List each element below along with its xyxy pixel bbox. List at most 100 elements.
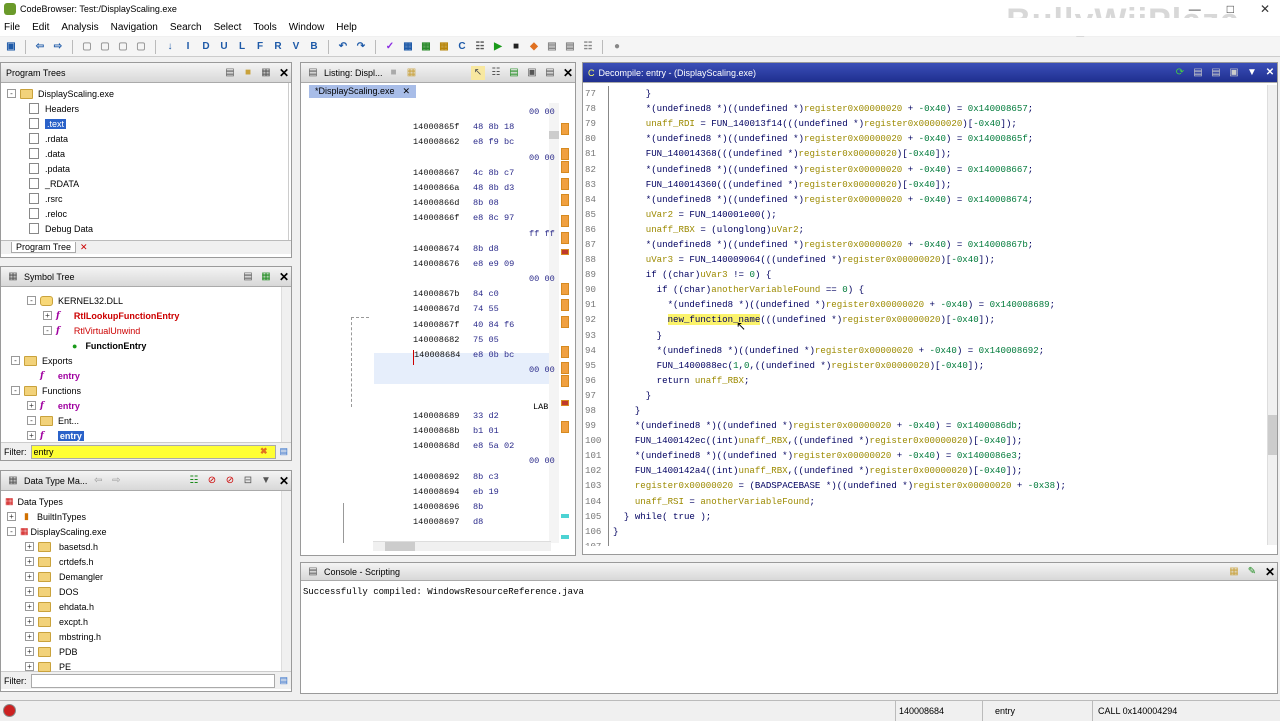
margin-icon[interactable]: ▤ (543, 66, 557, 80)
expand-icon[interactable]: - (11, 356, 20, 365)
toolbar-d-button[interactable]: D (199, 40, 213, 54)
decompile-icon[interactable]: C (455, 40, 469, 54)
listing-row[interactable] (413, 380, 563, 395)
clear-icon[interactable]: ▦ (1227, 565, 1241, 579)
data-type-folder[interactable]: + ehdata.h (5, 599, 287, 614)
expand-icon[interactable]: + (43, 311, 52, 320)
expand-icon[interactable]: + (25, 587, 34, 596)
code-line[interactable]: 94 *(undefined8 *)((undefined *)register… (583, 342, 1267, 358)
data-type-folder[interactable]: + PE (5, 659, 287, 674)
symbol-tree-item[interactable]: - Ent... (5, 413, 287, 428)
data-type-folder[interactable]: + basetsd.h (5, 539, 287, 554)
expand-icon[interactable]: + (25, 632, 34, 641)
listing-row[interactable]: 00 00 (413, 365, 563, 380)
symbol-filter-input[interactable] (30, 444, 276, 459)
code-line[interactable]: 89 if ((char)uVar3 != 0) { (583, 267, 1267, 283)
tree-icon[interactable]: ☷ (581, 40, 595, 54)
listing-row[interactable]: 140008694 eb 19 (413, 487, 563, 502)
expand-icon[interactable]: + (25, 617, 34, 626)
variable-token[interactable]: register0x00000020 (804, 103, 902, 114)
data-type-folder[interactable]: + mbstring.h (5, 629, 287, 644)
toolbar-v-button[interactable]: V (289, 40, 303, 54)
constant-token[interactable]: -0x40 (979, 465, 1006, 476)
variable-token[interactable]: register0x00000020 (815, 345, 913, 356)
listing-row[interactable]: 00 00 (413, 274, 563, 289)
symbol-tree-item[interactable]: + f entry (5, 398, 287, 413)
tree-item[interactable]: .pdata (7, 161, 282, 176)
toolbar-f-button[interactable]: F (253, 40, 267, 54)
filter-options-icon[interactable]: ▤ (279, 446, 288, 457)
scrollbar[interactable] (1267, 85, 1277, 545)
clear-filter-icon[interactable]: ✖ (260, 446, 268, 457)
symbol-tree-item[interactable]: - Exports (5, 353, 287, 368)
code-line[interactable]: 83 FUN_140014360(((undefined *)register0… (583, 176, 1267, 192)
code-line[interactable]: 78 *(undefined8 *)((undefined *)register… (583, 101, 1267, 117)
listing-row[interactable]: 140008676 e8 e9 09 (413, 259, 563, 274)
listing-row[interactable]: 14000866f e8 8c 97 (413, 213, 563, 228)
constant-token[interactable]: -0x40 (930, 345, 957, 356)
back-icon[interactable]: ⇦ (91, 474, 105, 488)
constant-token[interactable]: -0x40 (919, 133, 946, 144)
tree-item[interactable]: .reloc (7, 206, 282, 221)
variable-token[interactable]: anotherVariableFound (711, 284, 820, 295)
variable-token[interactable]: unaff_RBX (739, 465, 788, 476)
listing-row[interactable]: 00 00 (413, 107, 563, 122)
variable-token[interactable]: uVar3 (700, 269, 727, 280)
tab-displayscaling[interactable]: *DisplayScaling.exe ✕ (309, 85, 417, 98)
code-line[interactable]: 92 new_function_name(((undefined *)regis… (583, 312, 1267, 328)
scrollbar[interactable] (281, 491, 291, 671)
constant-token[interactable]: -0x40 (951, 314, 978, 325)
forward-icon[interactable]: ⇨ (109, 474, 123, 488)
field-edit-icon[interactable]: ☷ (489, 66, 503, 80)
highlighted-token[interactable]: new_function_name (667, 314, 761, 326)
horizontal-scrollbar[interactable] (373, 541, 551, 551)
redo-icon[interactable]: ↷ (354, 40, 368, 54)
code-line[interactable]: 93 } (583, 327, 1267, 343)
expand-icon[interactable]: + (27, 401, 36, 410)
close-tab-icon[interactable]: ✕ (403, 86, 411, 97)
expand-icon[interactable]: + (25, 602, 34, 611)
constant-token[interactable]: -0x40 (973, 118, 1000, 129)
menu-navigation[interactable]: Navigation (111, 22, 158, 33)
data-types-root[interactable]: ▦ Data Types (5, 494, 287, 509)
export-icon[interactable]: ▤ (563, 40, 577, 54)
tree-item[interactable]: .data (7, 146, 282, 161)
edit-icon[interactable]: ✎ (1245, 565, 1259, 579)
code-line[interactable]: 105 } while( true ); (583, 508, 1267, 524)
symbol-tree-item[interactable]: - Functions (5, 383, 287, 398)
constant-token[interactable]: -0x40 (908, 450, 935, 461)
table-icon[interactable]: ▤ (545, 40, 559, 54)
variable-token[interactable]: register0x00000020 (842, 314, 940, 325)
code-line[interactable]: 102 FUN_1400142a4((int)unaff_RBX,((undef… (583, 463, 1267, 479)
save-icon[interactable]: ▣ (4, 40, 18, 54)
menu-help[interactable]: Help (336, 22, 357, 33)
tree-item[interactable]: _RDATA (7, 176, 282, 191)
scrollbar[interactable] (281, 287, 291, 442)
variable-token[interactable]: uVar3 (646, 254, 673, 265)
copy-icon[interactable]: ■ (387, 66, 401, 80)
nav-icon[interactable]: ▢ (98, 40, 112, 54)
listing-row[interactable]: 140008696 8b (413, 502, 563, 517)
listing-row[interactable]: 140008662 e8 f9 bc (413, 137, 563, 152)
code-line[interactable]: 80 *(undefined8 *)((undefined *)register… (583, 131, 1267, 147)
constant-token[interactable]: -0x40 (979, 435, 1006, 446)
data-type-folder[interactable]: + excpt.h (5, 614, 287, 629)
memory-icon[interactable]: ■ (509, 40, 523, 54)
down-arrow-icon[interactable]: ↓ (163, 40, 177, 54)
listing-row[interactable]: 00 00 (413, 456, 563, 471)
constant-token[interactable]: 0x140008692 (979, 345, 1039, 356)
constant-token[interactable]: 0x14000865f (968, 133, 1028, 144)
constant-token[interactable]: -0x40 (940, 360, 967, 371)
variable-token[interactable]: register0x00000020 (804, 194, 902, 205)
data-type-folder[interactable]: + DOS (5, 584, 287, 599)
expand-icon[interactable]: - (27, 296, 36, 305)
diamond-icon[interactable]: ◆ (527, 40, 541, 54)
listing-row[interactable]: 140008674 8b d8 (413, 244, 563, 259)
expand-icon[interactable]: + (25, 662, 34, 671)
listing-row[interactable]: 14000868b b1 01 (413, 426, 563, 441)
folder-icon[interactable]: ■ (241, 66, 255, 80)
variable-token[interactable]: register0x00000020 (793, 450, 891, 461)
variable-token[interactable]: uVar2 (646, 209, 673, 220)
menu-window[interactable]: Window (289, 22, 325, 33)
open-tree-icon[interactable]: ▤ (223, 66, 237, 80)
